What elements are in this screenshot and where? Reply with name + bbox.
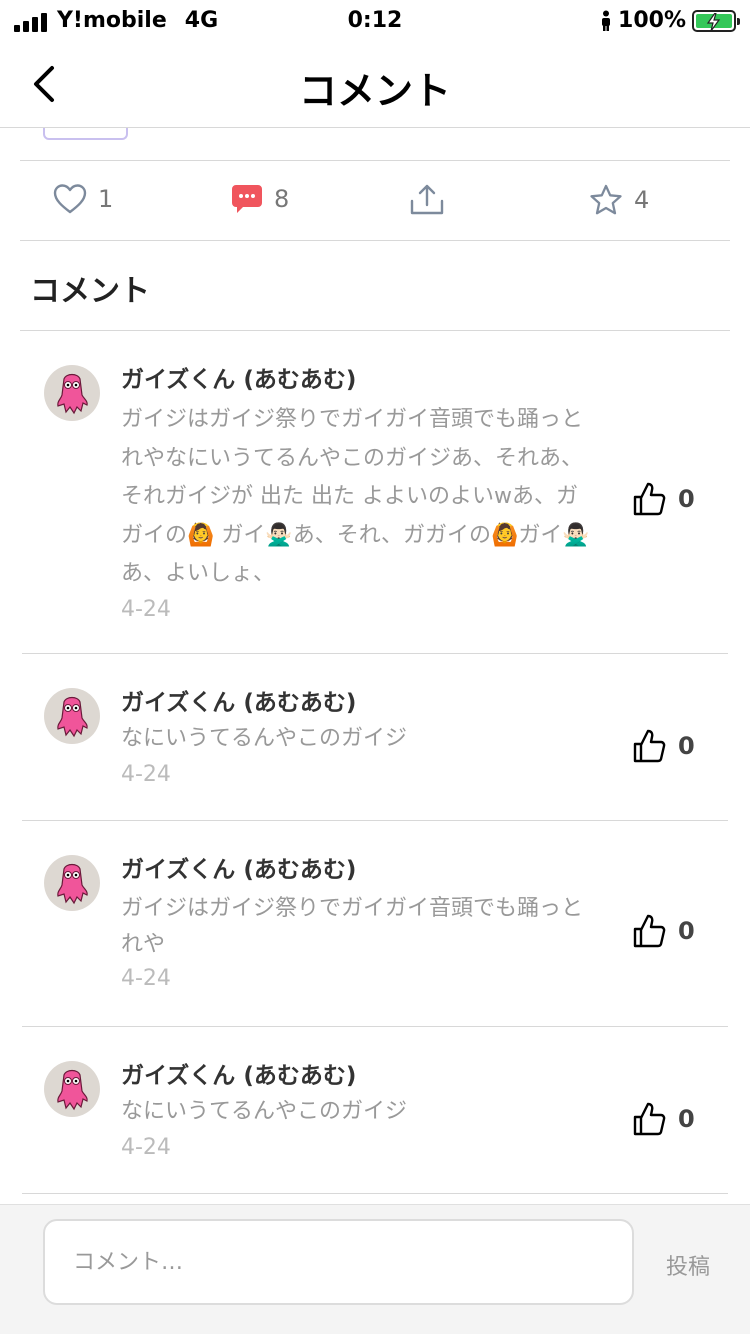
- comment-like-button[interactable]: 0: [632, 481, 695, 517]
- like-count: 1: [98, 185, 114, 213]
- comment-like-button[interactable]: 0: [632, 1101, 695, 1137]
- battery-percent: 100%: [618, 8, 686, 33]
- avatar[interactable]: [44, 688, 100, 744]
- comment-body: ガイズくん (あむあむ) なにいうてるんやこのガイジ 4-24: [121, 1061, 591, 1164]
- nav-bar: コメント: [0, 42, 750, 128]
- comment-like-button[interactable]: 0: [632, 728, 695, 764]
- comment-date: 4-24: [121, 596, 171, 622]
- battery-icon: [692, 9, 740, 32]
- comment-composer: 投稿: [0, 1204, 750, 1334]
- like-post-button[interactable]: 1: [52, 183, 113, 215]
- comments-button[interactable]: 8: [230, 183, 289, 215]
- comment-item: ガイズくん (あむあむ) ガイジはガイジ祭りでガイガイ音頭でも踊っとれやなにいう…: [22, 331, 728, 654]
- thumbs-up-icon: [633, 914, 666, 948]
- comment-item: ガイズくん (あむあむ) ガイジはガイジ祭りでガイガイ音頭でも踊っとれや 4-2…: [22, 821, 728, 1027]
- comment-author[interactable]: ガイズくん (あむあむ): [121, 365, 591, 395]
- comment-author[interactable]: ガイズくん (あむあむ): [121, 855, 591, 885]
- comment-text: なにいうてるんやこのガイジ: [121, 1099, 408, 1124]
- comment-like-count: 0: [678, 732, 695, 760]
- heart-icon: [53, 184, 87, 214]
- person-lock-icon: [602, 10, 611, 31]
- comment-item: ガイズくん (あむあむ) なにいうてるんやこのガイジ 4-24 0: [22, 1027, 728, 1194]
- comment-like-button[interactable]: 0: [632, 913, 695, 949]
- post-actions: 1 8 4: [20, 160, 730, 241]
- comment-text: なにいうてるんやこのガイジ: [121, 726, 408, 751]
- share-icon: [410, 184, 444, 215]
- favorite-button[interactable]: 4: [588, 183, 649, 217]
- comment-author[interactable]: ガイズくん (あむあむ): [121, 688, 591, 718]
- status-bar: Y!mobile 4G 0:12 100%: [0, 0, 750, 42]
- comment-like-count: 0: [678, 917, 695, 945]
- comment-date: 4-24: [121, 966, 171, 991]
- status-right: 100%: [600, 8, 740, 33]
- avatar[interactable]: [44, 855, 100, 911]
- thumbs-up-icon: [633, 729, 666, 763]
- tag-chip[interactable]: [43, 128, 128, 140]
- comment-like-count: 0: [678, 1105, 695, 1133]
- comment-item: ガイズくん (あむあむ) なにいうてるんやこのガイジ 4-24 0: [22, 654, 728, 821]
- avatar[interactable]: [44, 365, 100, 421]
- page-title: コメント: [298, 69, 451, 113]
- star-icon: [590, 184, 622, 215]
- comment-date: 4-24: [121, 1134, 171, 1160]
- comment-input[interactable]: [43, 1219, 634, 1305]
- post-button[interactable]: 投稿: [666, 1249, 710, 1281]
- comments-section-title: コメント: [30, 274, 150, 309]
- comment-bubble-icon: [232, 185, 262, 213]
- avatar[interactable]: [44, 1061, 100, 1117]
- comment-text: ガイジはガイジ祭りでガイガイ音頭でも踊っとれや: [121, 896, 584, 957]
- favorite-count: 4: [634, 186, 650, 214]
- comment-date: 4-24: [121, 761, 171, 787]
- comment-body: ガイズくん (あむあむ) ガイジはガイジ祭りでガイガイ音頭でも踊っとれや 4-2…: [121, 855, 591, 995]
- comment-body: ガイズくん (あむあむ) なにいうてるんやこのガイジ 4-24: [121, 688, 591, 791]
- comment-like-count: 0: [678, 485, 695, 513]
- comment-body: ガイズくん (あむあむ) ガイジはガイジ祭りでガイガイ音頭でも踊っとれやなにいう…: [121, 365, 591, 626]
- comment-author[interactable]: ガイズくん (あむあむ): [121, 1061, 591, 1091]
- comment-count: 8: [274, 185, 290, 213]
- comment-text: ガイジはガイジ祭りでガイガイ音頭でも踊っとれやなにいうてるんやこのガイジあ、それ…: [121, 407, 590, 586]
- thumbs-up-icon: [633, 1102, 666, 1136]
- thumbs-up-icon: [633, 482, 666, 516]
- share-button[interactable]: [408, 183, 446, 217]
